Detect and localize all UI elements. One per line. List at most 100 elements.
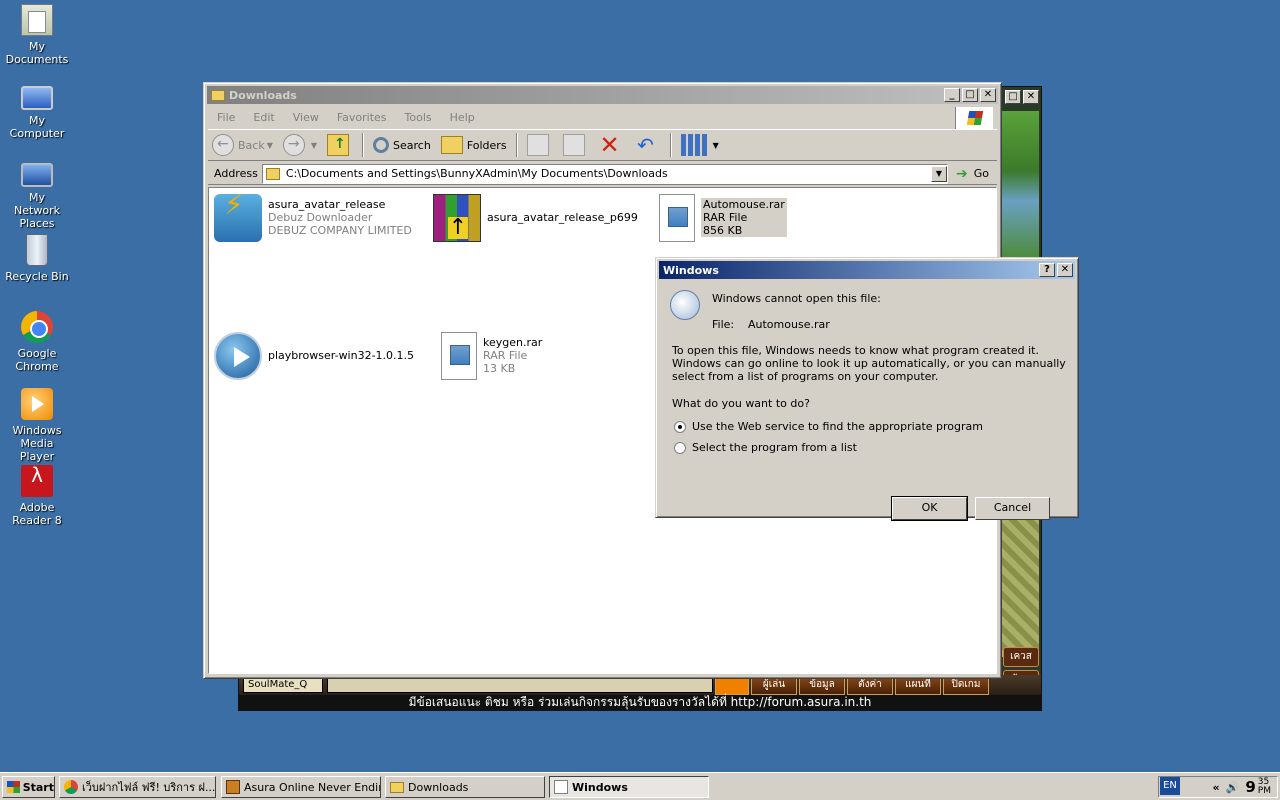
toolbar-separator	[515, 133, 518, 157]
start-button[interactable]: Start	[2, 776, 55, 798]
file-item[interactable]: asura_avatar_release_p699	[433, 194, 638, 242]
dialog-description: To open this file, Windows needs to know…	[672, 344, 1066, 383]
menu-favorites[interactable]: Favorites	[328, 111, 396, 124]
dialog-heading: Windows cannot open this file:	[712, 292, 881, 305]
desktop-icon-chrome[interactable]: Google Chrome	[0, 311, 74, 373]
folders-button[interactable]: Folders	[437, 131, 511, 159]
close-button[interactable]: ✕	[980, 88, 996, 102]
desktop-icon-label: My Documents	[5, 40, 69, 66]
ok-button[interactable]: OK	[891, 496, 968, 521]
forward-button[interactable]: ▼	[279, 131, 321, 159]
my-computer-icon	[21, 86, 53, 110]
show-hidden-icons-button[interactable]: «	[1213, 781, 1220, 794]
clock-ampm: PM	[1257, 786, 1271, 796]
game-quest-button[interactable]: เควส	[1003, 647, 1039, 667]
close-button[interactable]: ✕	[1057, 263, 1073, 277]
menu-tools[interactable]: Tools	[396, 111, 441, 124]
move-to-button[interactable]	[523, 131, 557, 159]
copy-to-button[interactable]	[559, 131, 593, 159]
close-button[interactable]: ✕	[1023, 90, 1039, 104]
file-item[interactable]: Automouse.rar RAR File 856 KB	[653, 194, 787, 242]
dialog-icon	[554, 780, 568, 794]
taskbar-button-downloads[interactable]: Downloads	[385, 776, 545, 798]
game-minimap[interactable]	[1001, 111, 1039, 261]
help-button[interactable]: ?	[1039, 263, 1055, 277]
search-button[interactable]: Search	[369, 131, 435, 159]
chevron-down-icon[interactable]: ▼	[267, 141, 273, 150]
undo-icon: ↶	[637, 133, 654, 157]
file-item[interactable]: keygen.rar RAR File 13 KB	[435, 332, 542, 380]
desktop-icon-media-player[interactable]: Windows Media Player	[0, 388, 74, 463]
undo-button[interactable]: ↶	[631, 131, 665, 159]
address-bar: Address C:\Documents and Settings\BunnyX…	[208, 163, 997, 185]
chevron-down-icon[interactable]: ▼	[311, 141, 317, 150]
radio-select-program[interactable]: Select the program from a list	[674, 441, 857, 454]
minimize-button[interactable]: _	[944, 88, 960, 102]
address-field[interactable]: C:\Documents and Settings\BunnyXAdmin\My…	[261, 163, 948, 184]
go-arrow-icon: ➔	[956, 165, 968, 182]
move-to-icon	[526, 134, 549, 156]
chevron-down-icon[interactable]: ▼	[713, 141, 719, 150]
taskbar-button-label: Downloads	[408, 780, 469, 794]
folders-label: Folders	[466, 138, 507, 152]
file-name: Automouse.rar	[703, 198, 785, 211]
file-item[interactable]: asura_avatar_release Debuz Downloader DE…	[214, 194, 412, 242]
file-name: asura_avatar_release_p699	[487, 211, 638, 224]
volume-icon[interactable]: 🔊	[1226, 781, 1240, 794]
menu-edit[interactable]: Edit	[244, 111, 283, 124]
file-item[interactable]: playbrowser-win32-1.0.1.5	[214, 332, 414, 380]
chrome-icon	[64, 780, 78, 794]
folders-icon	[440, 136, 463, 154]
radio-label: Use the Web service to find the appropri…	[692, 420, 983, 433]
desktop-icon-recycle-bin[interactable]: Recycle Bin	[0, 234, 74, 283]
taskbar-button-label: Windows	[572, 780, 628, 794]
taskbar-button-chrome[interactable]: เว็บฝากไฟล์ ฟรี! บริการ ฝ...	[59, 776, 216, 798]
file-name: playbrowser-win32-1.0.1.5	[268, 349, 415, 362]
radio-web-service[interactable]: Use the Web service to find the appropri…	[674, 420, 983, 433]
address-value[interactable]: C:\Documents and Settings\BunnyXAdmin\My…	[286, 167, 931, 180]
maximize-button[interactable]: □	[962, 88, 978, 102]
cancel-button[interactable]: Cancel	[975, 497, 1050, 520]
menu-view[interactable]: View	[284, 111, 328, 124]
radio-label: Select the program from a list	[692, 441, 857, 454]
media-player-icon	[21, 388, 53, 420]
game-chat-tab[interactable]: SoulMate_Q	[243, 677, 323, 693]
file-name: Automouse.rar	[748, 318, 830, 331]
chevron-down-icon[interactable]: ▼	[931, 165, 947, 182]
explorer-titlebar[interactable]: Downloads _ □ ✕	[207, 86, 998, 104]
up-folder-button[interactable]	[323, 131, 357, 159]
up-folder-icon	[327, 134, 350, 156]
radio-button[interactable]	[674, 441, 686, 454]
maximize-button[interactable]: □	[1005, 90, 1021, 104]
taskbar-button-label: Asura Online Never Ending	[244, 780, 381, 794]
file-size: 856 KB	[703, 224, 743, 237]
views-icon	[680, 134, 707, 156]
radio-button[interactable]	[674, 420, 686, 433]
desktop-icon-network-places[interactable]: My Network Places	[0, 157, 74, 230]
desktop-icon-label: My Computer	[9, 114, 65, 140]
game-ticker: มีข้อเสนอแนะ ติชม หรือ ร่วมเล่นกิจกรรมลุ…	[239, 695, 1041, 710]
forward-arrow-icon	[282, 134, 305, 156]
file-size: 13 KB	[483, 362, 516, 375]
desktop-icon-my-computer[interactable]: My Computer	[0, 80, 74, 140]
folder-icon	[390, 781, 404, 793]
taskbar-button-label: เว็บฝากไฟล์ ฟรี! บริการ ฝ...	[82, 781, 216, 794]
open-with-dialog: Windows ? ✕ Windows cannot open this fil…	[655, 257, 1079, 521]
taskbar-button-windows-dialog[interactable]: Windows	[549, 776, 709, 798]
toolbar: Back ▼ ▼ Search Folders ✕ ↶	[208, 129, 997, 161]
desktop-icon-my-documents[interactable]: My Documents	[0, 4, 74, 66]
game-icon	[226, 780, 240, 794]
taskbar-button-asura[interactable]: Asura Online Never Ending	[221, 776, 381, 798]
views-button[interactable]: ▼	[677, 131, 723, 159]
menu-file[interactable]: File	[208, 111, 244, 124]
file-name: asura_avatar_release	[268, 198, 386, 211]
desktop-icon-adobe-reader[interactable]: Adobe Reader 8	[0, 465, 74, 527]
menu-help[interactable]: Help	[441, 111, 484, 124]
back-button[interactable]: Back ▼	[208, 131, 277, 159]
game-chat-input[interactable]	[327, 677, 713, 693]
delete-button[interactable]: ✕	[595, 131, 629, 159]
dialog-titlebar[interactable]: Windows ? ✕	[659, 261, 1075, 279]
go-button[interactable]: ➔ Go	[952, 166, 997, 182]
clock[interactable]: 9 35 PM	[1245, 778, 1271, 797]
language-indicator[interactable]: EN	[1160, 777, 1180, 795]
